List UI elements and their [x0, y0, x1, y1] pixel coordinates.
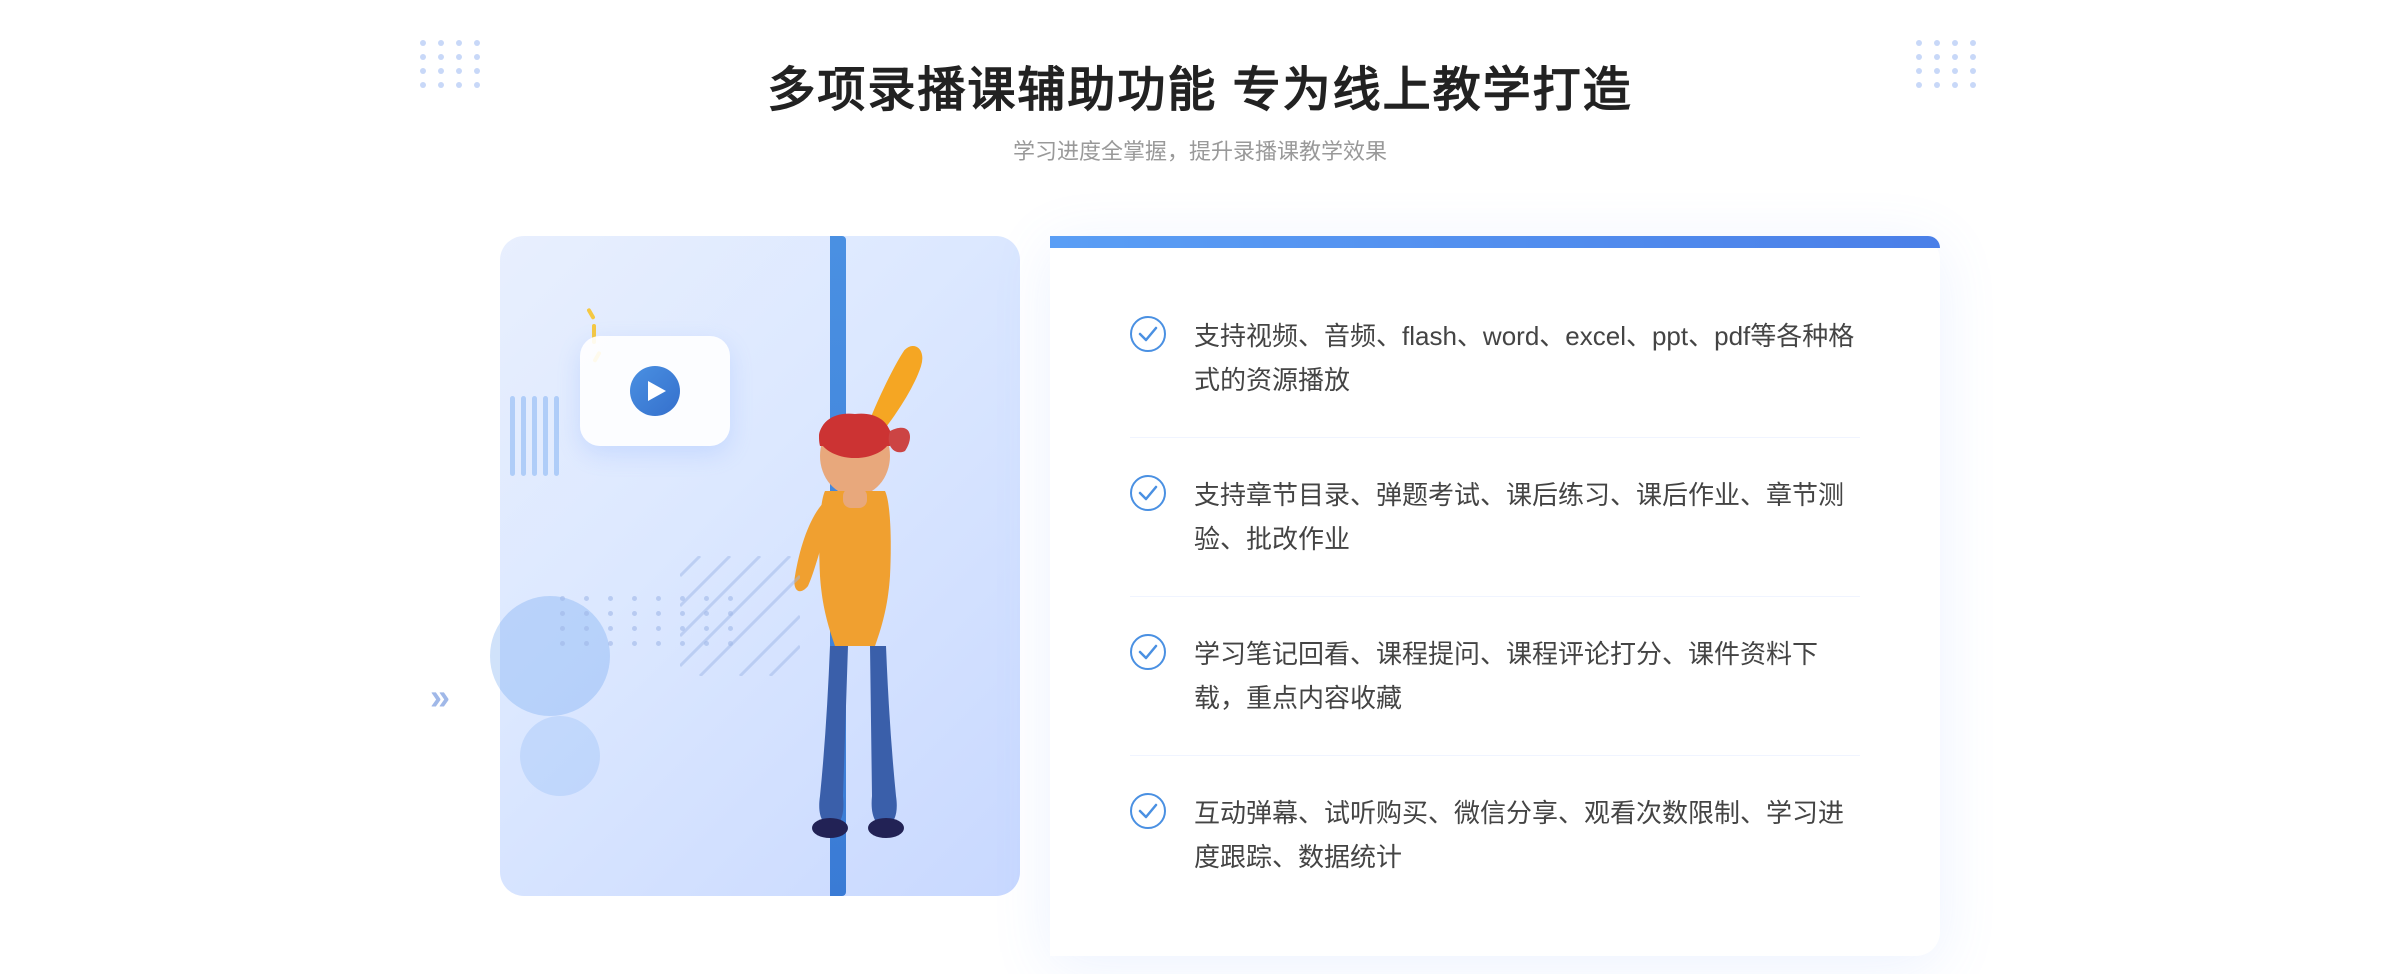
features-panel: 支持视频、音频、flash、word、excel、ppt、pdf等各种格式的资源…: [1050, 236, 1940, 956]
check-icon-1: [1130, 316, 1166, 352]
top-blue-bar: [1050, 236, 1940, 248]
decorative-dots-left: [420, 40, 484, 88]
divider-1: [1130, 437, 1860, 438]
feature-item-4: 互动弹幕、试听购买、微信分享、观看次数限制、学习进度跟踪、数据统计: [1130, 771, 1860, 899]
main-title: 多项录播课辅助功能 专为线上教学打造: [767, 60, 1632, 122]
play-icon: [630, 366, 680, 416]
sub-title: 学习进度全掌握，提升录播课教学效果: [767, 134, 1632, 166]
circle-decoration-2: [520, 716, 600, 796]
divider-3: [1130, 755, 1860, 756]
diagonal-lines: [680, 556, 800, 676]
feature-text-1: 支持视频、音频、flash、word、excel、ppt、pdf等各种格式的资源…: [1194, 314, 1860, 402]
check-icon-2: [1130, 475, 1166, 511]
vertical-lines-decoration: [510, 396, 559, 476]
left-arrow-decoration: »: [430, 676, 450, 718]
divider-2: [1130, 596, 1860, 597]
feature-text-2: 支持章节目录、弹题考试、课后练习、课后作业、章节测验、批改作业: [1194, 473, 1860, 561]
feature-item-3: 学习笔记回看、课程提问、课程评论打分、课件资料下载，重点内容收藏: [1130, 612, 1860, 740]
feature-item-2: 支持章节目录、弹题考试、课后练习、课后作业、章节测验、批改作业: [1130, 453, 1860, 581]
page-container: 多项录播课辅助功能 专为线上教学打造 学习进度全掌握，提升录播课教学效果: [0, 0, 2400, 974]
header-section: 多项录播课辅助功能 专为线上教学打造 学习进度全掌握，提升录播课教学效果: [767, 60, 1632, 166]
check-icon-4: [1130, 793, 1166, 829]
feature-text-4: 互动弹幕、试听购买、微信分享、观看次数限制、学习进度跟踪、数据统计: [1194, 791, 1860, 879]
illustration-area: »: [460, 216, 1060, 936]
decorative-dots-right: [1916, 40, 1980, 88]
feature-item-1: 支持视频、音频、flash、word、excel、ppt、pdf等各种格式的资源…: [1130, 294, 1860, 422]
content-section: » 支持视频、音频、flash、word、excel、ppt、pdf等各种格式的…: [460, 216, 1940, 936]
check-icon-3: [1130, 634, 1166, 670]
feature-text-3: 学习笔记回看、课程提问、课程评论打分、课件资料下载，重点内容收藏: [1194, 632, 1860, 720]
